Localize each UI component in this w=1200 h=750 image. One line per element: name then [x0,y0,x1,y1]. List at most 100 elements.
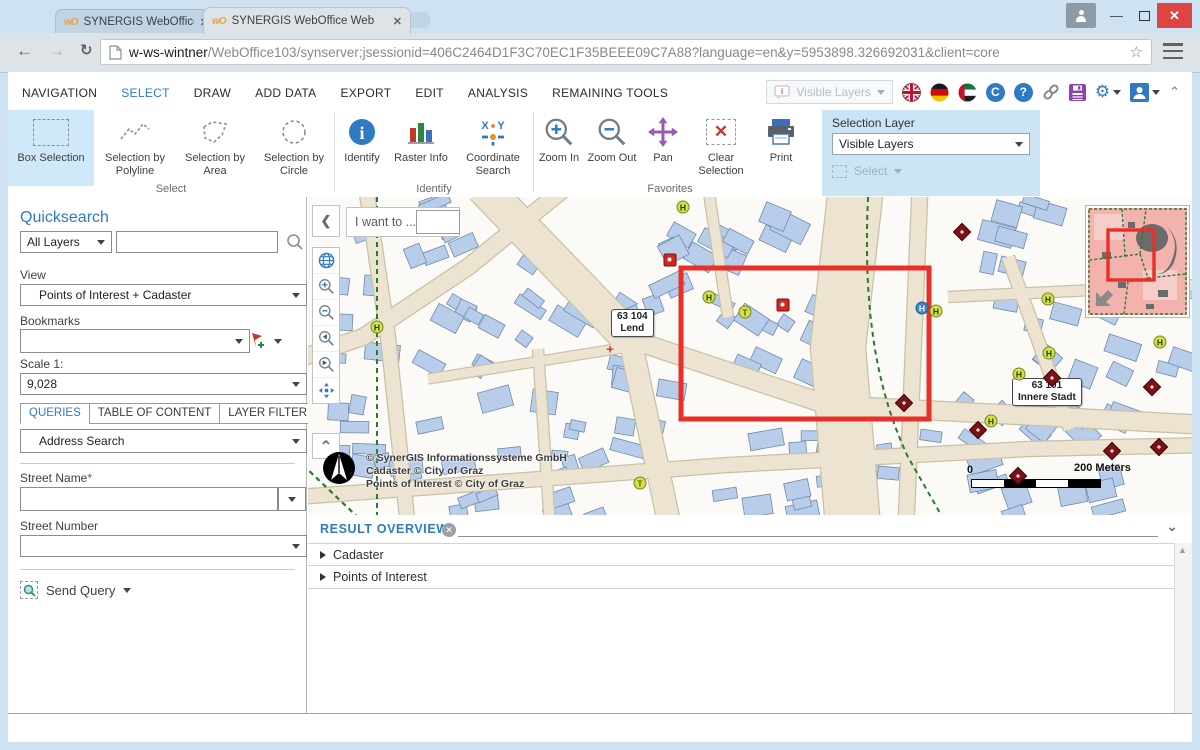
browser-tab-web[interactable]: wO SYNERGIS WebOffice Web ✕ [203,7,411,34]
help-icon[interactable]: ? [1014,83,1033,102]
district-label-lend: 63 104Lend [611,309,654,337]
poi-hospital-marker: H [677,201,690,214]
poi-red-marker [664,254,677,267]
language-c-icon[interactable]: C [986,83,1005,102]
user-menu-button[interactable] [1130,83,1160,102]
print-button[interactable]: Print [756,110,806,183]
full-extent-button[interactable] [313,248,339,274]
bookmark-star-icon[interactable]: ☆ [1130,43,1143,61]
tab-title: SYNERGIS WebOffice Web [232,15,387,27]
ribbon-tab-analysis[interactable]: ANALYSIS [468,86,528,100]
street-name-dropdown-button[interactable] [278,487,306,511]
next-extent-icon [318,356,335,373]
collapse-ribbon-icon[interactable]: ⌃ [1169,85,1180,100]
close-button[interactable]: ✕ [1157,3,1192,28]
zoom-in-button[interactable]: Zoom In [534,110,584,183]
i-want-to-label: I want to ... [355,215,416,229]
language-german-flag-icon[interactable] [930,83,949,102]
query-type-dropdown[interactable]: Address Search [20,429,307,453]
overview-map[interactable] [1085,205,1190,318]
previous-extent-button[interactable] [313,326,339,352]
toolbar-group-identify: i Identify Raster Info XY Coordinate Sea… [335,110,533,197]
minimize-button[interactable]: — [1103,3,1130,28]
raster-info-button[interactable]: Raster Info [389,110,453,183]
result-close-icon[interactable]: ✕ [442,523,456,537]
ribbon-tab-add-data[interactable]: ADD DATA [255,86,316,100]
result-collapse-icon[interactable]: ⌄ [1166,519,1178,535]
reload-button[interactable]: ↻ [80,41,93,59]
back-button[interactable]: ← [16,41,33,61]
selection-layer-dropdown[interactable]: Visible Layers [832,133,1030,155]
chevron-down-icon[interactable] [274,339,282,344]
center-map-button[interactable] [313,378,339,403]
coordinate-search-button[interactable]: XY Coordinate Search [453,110,533,183]
add-bookmark-icon[interactable] [248,331,268,351]
link-icon[interactable] [1042,83,1060,101]
settings-button[interactable]: ⚙ [1095,82,1121,102]
page-icon [109,45,122,60]
ribbon-tab-edit[interactable]: EDIT [415,86,444,100]
scalebar-max-label: 200 Meters [1074,462,1131,474]
scale-dropdown[interactable]: 9,028 [20,373,307,395]
profile-button[interactable] [1066,3,1096,28]
tab-queries[interactable]: QUERIES [20,403,90,424]
forward-button[interactable]: → [48,41,65,61]
maximize-button[interactable] [1131,3,1158,28]
url-input[interactable]: w-ws-wintner/WebOffice103/synserver;jses… [100,39,1152,65]
person-icon [1075,10,1087,22]
save-icon[interactable] [1069,84,1086,101]
street-name-input[interactable] [20,487,278,511]
clear-selection-button[interactable]: ✕ Clear Selection [686,110,756,183]
result-group-cadaster[interactable]: Cadaster [308,543,1174,566]
i-want-to-input[interactable] [416,210,460,234]
search-icon[interactable] [286,233,304,251]
result-scrollbar[interactable]: ▲ [1174,543,1192,713]
center-target-icon [318,382,335,399]
browser-menu-button[interactable] [1163,43,1183,59]
i-want-to-box[interactable]: I want to ... [346,207,460,237]
scroll-up-icon[interactable]: ▲ [1178,545,1187,555]
box-selection-button[interactable]: Box Selection [8,110,94,186]
tab-layer-filter[interactable]: LAYER FILTER [219,403,316,424]
zoom-in-icon [318,278,335,295]
poi-hospital-marker: H [930,305,943,318]
browser-tab-admin[interactable]: wO SYNERGIS WebOffice Adm ✕ [55,9,218,34]
selection-by-polyline-button[interactable]: Selection by Polyline [94,110,176,183]
street-number-dropdown[interactable] [20,535,307,557]
ribbon-tab-draw[interactable]: DRAW [194,86,231,100]
zoom-in-icon [544,117,574,147]
selection-by-circle-button[interactable]: Selection by Circle [254,110,334,183]
ribbon-tab-navigation[interactable]: NAVIGATION [22,86,97,100]
ribbon-tab-select[interactable]: SELECT [121,86,169,100]
map-viewport[interactable]: ❮ I want to ... ⌃ 63 104Lend [308,197,1192,515]
zoom-out-button[interactable]: Zoom Out [584,110,640,183]
quicksearch-layer-dropdown[interactable]: All Layers [20,231,112,253]
map-zoom-in-button[interactable] [313,274,339,300]
quicksearch-input[interactable] [116,231,278,253]
tab-table-of-content[interactable]: TABLE OF CONTENT [89,403,221,424]
collapse-sidebar-button[interactable]: ❮ [312,205,340,237]
bookmarks-dropdown[interactable] [20,329,250,353]
selection-layer-value: Visible Layers [839,137,913,151]
poi-hospital-marker: H [985,415,998,428]
identify-button[interactable]: i Identify [335,110,389,183]
selection-layer-label: Selection Layer [832,116,1030,130]
selection-by-area-button[interactable]: Selection by Area [176,110,254,183]
pan-button[interactable]: Pan [640,110,686,183]
scalebar-zero-label: 0 [967,464,973,476]
language-arabic-flag-icon[interactable] [958,83,977,102]
poi-red-marker [777,299,790,312]
map-zoom-out-button[interactable] [313,300,339,326]
svg-text:Y: Y [497,120,505,132]
result-group-points-of-interest[interactable]: Points of Interest [308,566,1174,589]
language-english-flag-icon[interactable] [902,83,921,102]
ribbon-tab-export[interactable]: EXPORT [340,86,391,100]
ribbon-tab-remaining-tools[interactable]: REMAINING TOOLS [552,86,668,100]
identify-info-icon: i [348,118,376,146]
send-query-button[interactable]: Send Query [20,581,131,599]
next-extent-button[interactable] [313,352,339,378]
tab-close-icon[interactable]: ✕ [393,15,402,28]
view-dropdown[interactable]: Points of Interest + Cadaster [20,284,307,306]
weboffice-favicon: wO [64,17,78,28]
url-text: w-ws-wintner/WebOffice103/synserver;jses… [129,45,1130,60]
